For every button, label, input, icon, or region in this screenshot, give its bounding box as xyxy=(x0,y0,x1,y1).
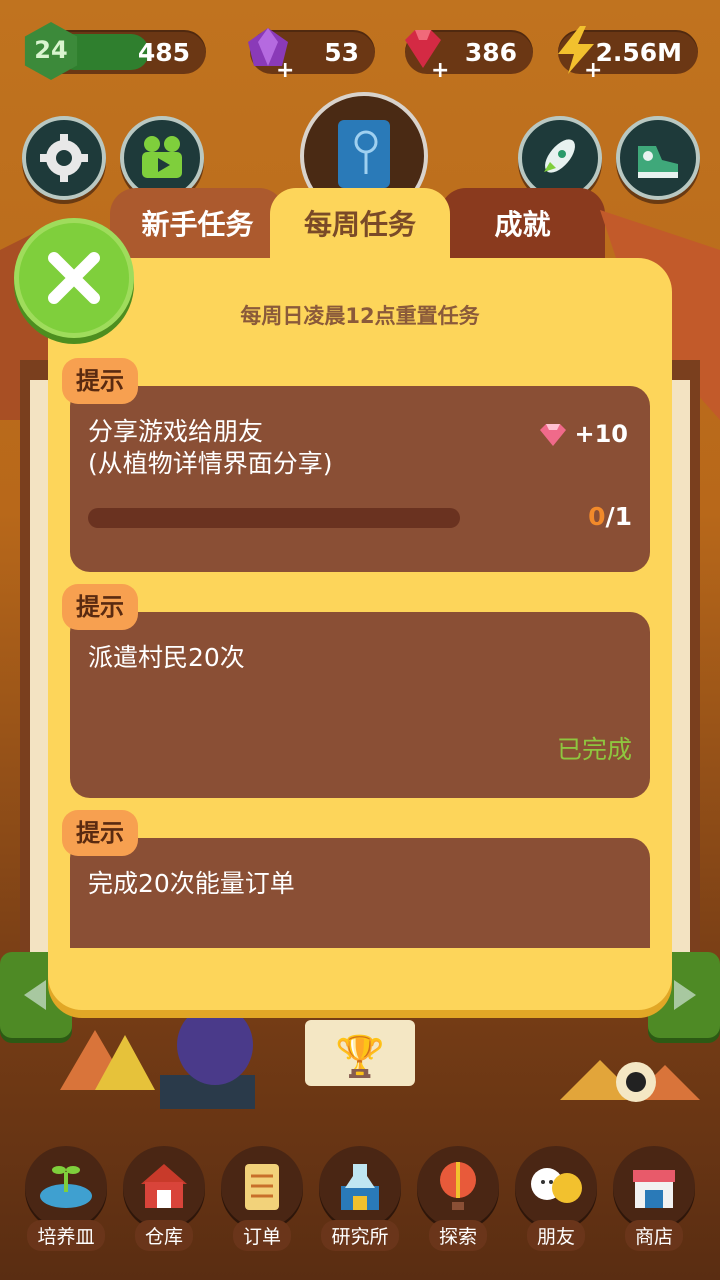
task-reward: +10 xyxy=(538,420,628,448)
task-status-completed: 已完成 xyxy=(556,735,632,764)
reset-notice: 每周日凌晨12点重置任务 xyxy=(240,304,480,328)
task-title: 分享游戏给朋友 (从植物详情界面分享) xyxy=(88,417,333,478)
hint-badge[interactable]: 提示 xyxy=(62,810,138,856)
task-card-energy-orders: 提示 完成20次能量订单 xyxy=(62,810,650,948)
ruby-icon xyxy=(540,424,567,446)
tab-weekly-tasks[interactable]: 每周任务 xyxy=(270,188,450,268)
task-title: 完成20次能量订单 xyxy=(88,869,295,898)
task-title: 派遣村民20次 xyxy=(88,643,245,672)
task-card-share: 提示 分享游戏给朋友 (从植物详情界面分享) +10 0/1 xyxy=(62,358,650,572)
progress-current: 0 xyxy=(588,502,606,531)
svg-text:🏆: 🏆 xyxy=(335,1033,385,1080)
arrow-left-icon xyxy=(24,980,46,1010)
close-icon xyxy=(48,252,100,304)
reward-amount: +10 xyxy=(574,420,628,448)
hint-badge[interactable]: 提示 xyxy=(62,358,138,404)
progress-total: /1 xyxy=(605,502,632,531)
task-progress-bar xyxy=(88,508,460,528)
progress-count: 0/1 xyxy=(588,502,632,531)
hint-badge[interactable]: 提示 xyxy=(62,584,138,630)
arrow-right-icon xyxy=(674,980,696,1010)
task-card-dispatch: 提示 派遣村民20次 已完成 xyxy=(62,584,650,798)
close-button[interactable] xyxy=(14,218,134,338)
